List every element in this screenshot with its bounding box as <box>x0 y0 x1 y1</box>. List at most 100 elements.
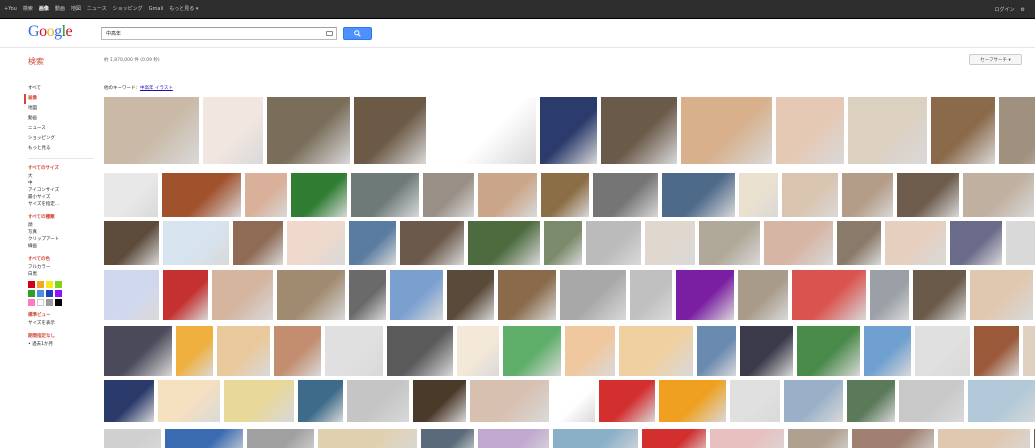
image-result-thumbnail[interactable] <box>885 221 946 265</box>
image-result-thumbnail[interactable] <box>544 221 582 265</box>
color-swatch[interactable] <box>46 290 53 297</box>
image-result-thumbnail[interactable] <box>387 326 453 376</box>
color-swatch[interactable] <box>37 281 44 288</box>
image-result-thumbnail[interactable] <box>601 97 677 164</box>
image-result-thumbnail[interactable] <box>390 270 443 320</box>
sidebar-filter-option[interactable]: 写真 <box>28 229 94 236</box>
sidebar-filter-option[interactable]: 線画 <box>28 243 94 250</box>
image-result-thumbnail[interactable] <box>970 270 1033 320</box>
image-result-thumbnail[interactable] <box>619 326 693 376</box>
image-result-thumbnail[interactable] <box>645 221 695 265</box>
image-result-thumbnail[interactable] <box>274 326 321 376</box>
image-result-thumbnail[interactable] <box>740 326 793 376</box>
image-result-thumbnail[interactable] <box>287 221 345 265</box>
sidebar-filter-option[interactable]: サイズを指定... <box>28 201 94 208</box>
image-result-thumbnail[interactable] <box>599 380 655 422</box>
image-result-thumbnail[interactable] <box>447 270 494 320</box>
image-result-thumbnail[interactable] <box>291 173 347 217</box>
sidebar-item[interactable]: ニュース <box>28 124 94 134</box>
image-result-thumbnail[interactable] <box>158 380 220 422</box>
google-logo[interactable]: Google <box>28 23 73 41</box>
image-result-thumbnail[interactable] <box>837 221 881 265</box>
image-result-thumbnail[interactable] <box>899 380 964 422</box>
sidebar-filter-option[interactable]: 中 <box>28 180 94 187</box>
image-result-thumbnail[interactable] <box>413 380 466 422</box>
top-nav-link[interactable]: +You <box>4 0 17 19</box>
image-result-thumbnail[interactable] <box>864 326 911 376</box>
image-result-thumbnail[interactable] <box>662 173 735 217</box>
sidebar-item[interactable]: 地図 <box>28 104 94 114</box>
image-result-thumbnail[interactable] <box>915 326 970 376</box>
image-result-thumbnail[interactable] <box>104 221 159 265</box>
image-result-thumbnail[interactable] <box>697 326 736 376</box>
view-filter-title[interactable]: 標準ビュー <box>28 312 94 320</box>
image-result-thumbnail[interactable] <box>468 221 540 265</box>
image-result-thumbnail[interactable] <box>847 380 895 422</box>
image-result-thumbnail[interactable] <box>104 380 154 422</box>
image-result-thumbnail[interactable] <box>897 173 959 217</box>
image-result-thumbnail[interactable] <box>788 429 848 448</box>
color-swatch[interactable] <box>28 299 35 306</box>
image-result-thumbnail[interactable] <box>848 97 927 164</box>
top-nav-link[interactable]: もっと見る ▾ <box>169 0 198 19</box>
image-result-thumbnail[interactable] <box>318 429 417 448</box>
gear-icon[interactable]: ⚙ <box>1021 7 1025 13</box>
image-result-thumbnail[interactable] <box>792 270 866 320</box>
color-swatch[interactable] <box>55 299 62 306</box>
sidebar-filter-option[interactable]: サイズを表示 <box>28 320 94 327</box>
sidebar-filter-option[interactable]: 顔 <box>28 222 94 229</box>
image-result-thumbnail[interactable] <box>354 97 426 164</box>
image-result-thumbnail[interactable] <box>212 270 273 320</box>
image-result-thumbnail[interactable] <box>938 429 1030 448</box>
image-result-thumbnail[interactable] <box>968 380 1035 422</box>
image-result-thumbnail[interactable] <box>347 380 409 422</box>
image-result-thumbnail[interactable] <box>797 326 860 376</box>
image-result-thumbnail[interactable] <box>630 270 672 320</box>
image-result-thumbnail[interactable] <box>913 270 966 320</box>
image-result-thumbnail[interactable] <box>349 221 396 265</box>
image-result-thumbnail[interactable] <box>478 173 537 217</box>
image-result-thumbnail[interactable] <box>560 270 626 320</box>
image-result-thumbnail[interactable] <box>349 270 386 320</box>
image-result-thumbnail[interactable] <box>776 97 844 164</box>
image-result-thumbnail[interactable] <box>541 173 589 217</box>
image-result-thumbnail[interactable] <box>676 270 734 320</box>
top-nav-link[interactable]: 動画 <box>55 0 65 19</box>
color-swatch[interactable] <box>55 290 62 297</box>
image-result-thumbnail[interactable] <box>104 326 172 376</box>
image-result-thumbnail[interactable] <box>233 221 283 265</box>
time-filter-title[interactable]: 期間指定なし <box>28 333 94 341</box>
top-nav-link[interactable]: ニュース <box>87 0 107 19</box>
image-result-thumbnail[interactable] <box>351 173 419 217</box>
image-result-thumbnail[interactable] <box>586 221 641 265</box>
image-result-thumbnail[interactable] <box>553 380 595 422</box>
image-result-thumbnail[interactable] <box>642 429 706 448</box>
image-result-thumbnail[interactable] <box>176 326 213 376</box>
sidebar-filter-option[interactable]: • 過去1か月 <box>28 341 94 348</box>
image-result-thumbnail[interactable] <box>1023 326 1035 376</box>
color-swatch[interactable] <box>55 281 62 288</box>
image-result-thumbnail[interactable] <box>478 429 549 448</box>
image-result-thumbnail[interactable] <box>277 270 345 320</box>
image-result-thumbnail[interactable] <box>764 221 833 265</box>
image-result-thumbnail[interactable] <box>710 429 784 448</box>
sidebar-item[interactable]: 動画 <box>28 114 94 124</box>
image-result-thumbnail[interactable] <box>931 97 995 164</box>
image-result-thumbnail[interactable] <box>400 221 464 265</box>
image-result-thumbnail[interactable] <box>659 380 726 422</box>
color-swatch[interactable] <box>28 290 35 297</box>
color-swatch[interactable] <box>46 281 53 288</box>
image-result-thumbnail[interactable] <box>247 429 314 448</box>
image-result-thumbnail[interactable] <box>784 380 843 422</box>
sidebar-filter-option[interactable]: アイコンサイズ <box>28 187 94 194</box>
sidebar-filter-option[interactable]: クリップアート <box>28 236 94 243</box>
color-swatch[interactable] <box>46 299 53 306</box>
image-result-thumbnail[interactable] <box>699 221 760 265</box>
image-result-thumbnail[interactable] <box>470 380 549 422</box>
sidebar-item[interactable]: 画像 <box>24 94 94 104</box>
image-result-thumbnail[interactable] <box>730 380 780 422</box>
sidebar-item[interactable]: ショッピング <box>28 134 94 144</box>
sidebar-filter-option[interactable]: 最小サイズ <box>28 194 94 201</box>
keyboard-icon[interactable] <box>326 31 333 36</box>
sidebar-filter-option[interactable]: 大 <box>28 173 94 180</box>
